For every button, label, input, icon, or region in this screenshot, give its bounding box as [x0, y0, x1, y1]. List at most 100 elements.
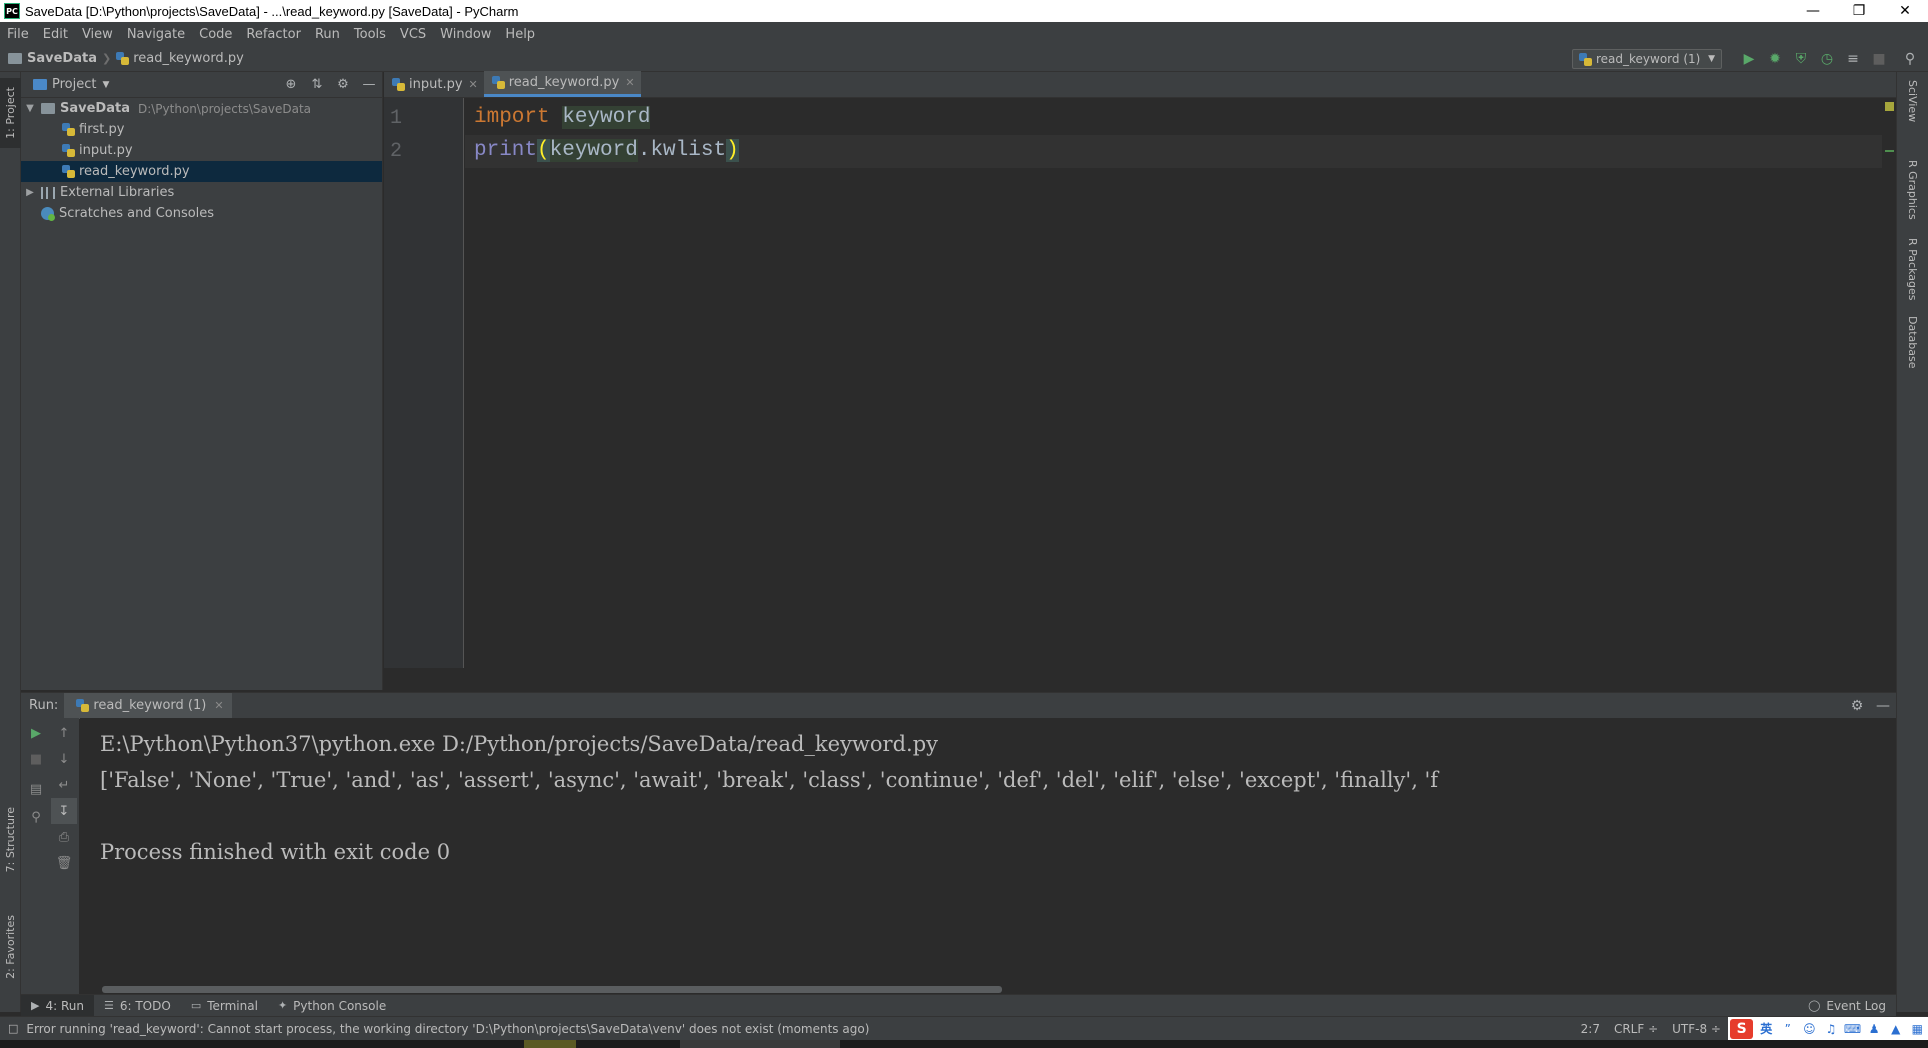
- run-console[interactable]: E:\Python\Python37\python.exe D:/Python/…: [80, 718, 1896, 994]
- stop-icon[interactable]: ■: [23, 746, 49, 772]
- run-icon[interactable]: ▶: [1736, 46, 1762, 72]
- tree-item-first-py[interactable]: first.py: [21, 119, 382, 140]
- run-panel-header: Run: read_keyword (1) ✕ ⚙ —: [21, 692, 1896, 719]
- emoji-icon[interactable]: ☺: [1801, 1020, 1819, 1038]
- tree-item-scratches[interactable]: Scratches and Consoles: [21, 203, 382, 224]
- horizontal-scrollbar[interactable]: [102, 986, 1002, 993]
- tab-run[interactable]: ▶ 4: Run: [21, 994, 94, 1017]
- run-configuration-select[interactable]: read_keyword (1) ▼: [1572, 49, 1722, 69]
- caret-position[interactable]: 2:7: [1574, 1022, 1607, 1036]
- coverage-icon[interactable]: ⛨: [1788, 46, 1814, 72]
- menu-vcs[interactable]: VCS: [393, 27, 433, 42]
- tab-r-packages[interactable]: R Packages: [1897, 238, 1928, 308]
- code-line-2[interactable]: print(keyword.kwlist): [474, 139, 739, 162]
- ime-language-toggle[interactable]: 英: [1757, 1020, 1775, 1038]
- close-tab-icon[interactable]: ✕: [625, 76, 634, 89]
- print-icon[interactable]: ⎙: [51, 824, 77, 850]
- line-separator[interactable]: CRLF ÷: [1607, 1022, 1665, 1036]
- status-message[interactable]: Error running 'read_keyword': Cannot sta…: [18, 1022, 1573, 1036]
- menu-grid-icon[interactable]: ▦: [1908, 1020, 1926, 1038]
- restore-icon[interactable]: ❐: [1836, 0, 1882, 22]
- menu-run[interactable]: Run: [308, 27, 347, 42]
- keyboard-icon[interactable]: ⌨: [1844, 1020, 1862, 1038]
- stop-icon[interactable]: ■: [1866, 46, 1892, 72]
- close-tab-icon[interactable]: ✕: [214, 699, 223, 712]
- status-toggle-icon[interactable]: □: [0, 1022, 18, 1035]
- tab-r-graphics[interactable]: R Graphics: [1897, 160, 1928, 230]
- tab-terminal[interactable]: ▭ Terminal: [181, 999, 268, 1013]
- navigation-bar: SaveData ❯ read_keyword.py read_keyword …: [0, 46, 1928, 72]
- menu-file[interactable]: File: [0, 27, 36, 42]
- chevron-down-icon[interactable]: ▼: [102, 80, 109, 90]
- menu-help[interactable]: Help: [498, 27, 542, 42]
- taskbar-item-indicator[interactable]: [524, 1040, 576, 1048]
- tree-item-root[interactable]: ▼ SaveData D:\Python\projects\SaveData: [21, 98, 382, 119]
- tab-database[interactable]: Database: [1897, 316, 1928, 386]
- collapsed-arrow-icon[interactable]: ▶: [23, 187, 37, 198]
- sogou-ime-icon[interactable]: S: [1730, 1018, 1754, 1039]
- breadcrumb-file[interactable]: read_keyword.py: [116, 51, 244, 66]
- file-encoding[interactable]: UTF-8 ÷: [1665, 1022, 1728, 1036]
- tree-item-input-py[interactable]: input.py: [21, 140, 382, 161]
- pin-icon[interactable]: ⚲: [23, 804, 49, 830]
- tab-project[interactable]: 1: Project: [0, 78, 21, 148]
- code-editor[interactable]: 1 2 import keyword print(keyword.kwlist): [384, 98, 1896, 668]
- python-file-icon: [62, 165, 75, 178]
- tab-structure[interactable]: 7: Structure: [0, 800, 21, 880]
- tab-python-console[interactable]: ✦ Python Console: [268, 999, 396, 1013]
- collapse-all-icon[interactable]: ⇅: [304, 72, 330, 98]
- tab-read-keyword-py[interactable]: read_keyword.py ✕: [483, 71, 641, 97]
- close-icon[interactable]: ✕: [1882, 0, 1928, 22]
- error-stripe[interactable]: [1882, 98, 1896, 668]
- code-line-1[interactable]: import keyword: [474, 106, 651, 129]
- rerun-icon[interactable]: ▶: [23, 720, 49, 746]
- tree-item-external-libraries[interactable]: ▶ External Libraries: [21, 182, 382, 203]
- project-panel-title[interactable]: Project: [52, 77, 96, 92]
- menu-window[interactable]: Window: [433, 27, 498, 42]
- gear-icon[interactable]: ⚙: [1844, 693, 1870, 719]
- profile-icon[interactable]: ◷: [1814, 46, 1840, 72]
- concurrency-icon[interactable]: ≡: [1840, 46, 1866, 72]
- layout-icon[interactable]: ▤: [23, 776, 49, 802]
- menu-view[interactable]: View: [75, 27, 120, 42]
- inspection-status-icon[interactable]: [1885, 102, 1894, 111]
- menu-edit[interactable]: Edit: [36, 27, 75, 42]
- run-tab-read-keyword[interactable]: read_keyword (1) ✕: [64, 692, 232, 719]
- tab-sciview[interactable]: SciView: [1897, 80, 1928, 150]
- menu-tools[interactable]: Tools: [347, 27, 393, 42]
- search-everywhere-icon[interactable]: ⚲: [1892, 46, 1928, 72]
- tab-todo[interactable]: ☰ 6: TODO: [94, 999, 181, 1013]
- scroll-to-end-icon[interactable]: ↧: [51, 798, 77, 824]
- menu-navigate[interactable]: Navigate: [120, 27, 192, 42]
- close-tab-icon[interactable]: ✕: [469, 78, 478, 91]
- expanded-arrow-icon[interactable]: ▼: [23, 103, 37, 114]
- punctuation-icon[interactable]: ”: [1779, 1020, 1797, 1038]
- change-marker[interactable]: [1885, 150, 1894, 152]
- up-arrow-icon[interactable]: ↑: [51, 720, 77, 746]
- soft-wrap-icon[interactable]: ↵: [51, 772, 77, 798]
- tab-input-py[interactable]: input.py ✕: [384, 71, 484, 97]
- microphone-icon[interactable]: ♫: [1822, 1020, 1840, 1038]
- hide-icon[interactable]: —: [1870, 693, 1896, 719]
- hide-icon[interactable]: —: [356, 72, 382, 98]
- tree-item-read-keyword-py[interactable]: read_keyword.py: [21, 161, 382, 182]
- debug-icon[interactable]: ✹: [1762, 46, 1788, 72]
- user-icon[interactable]: ♟: [1865, 1020, 1883, 1038]
- gear-icon[interactable]: ⚙: [330, 72, 356, 98]
- menu-refactor[interactable]: Refactor: [239, 27, 308, 42]
- pycharm-window: PC SaveData [D:\Python\projects\SaveData…: [0, 0, 1928, 1048]
- editor-gutter[interactable]: 1 2: [384, 98, 464, 668]
- taskbar-item-indicator[interactable]: [680, 1040, 840, 1048]
- tree-item-label: first.py: [79, 122, 125, 137]
- skin-icon[interactable]: ▲: [1887, 1020, 1905, 1038]
- menu-code[interactable]: Code: [192, 27, 239, 42]
- breadcrumb-project[interactable]: SaveData: [0, 51, 97, 66]
- trash-icon[interactable]: 🗑: [51, 850, 77, 876]
- project-view-icon: [33, 79, 47, 90]
- event-log-button[interactable]: ◯ Event Log: [1798, 999, 1896, 1013]
- minimize-icon[interactable]: —: [1790, 0, 1836, 22]
- locate-icon[interactable]: ⊕: [278, 72, 304, 98]
- down-arrow-icon[interactable]: ↓: [51, 746, 77, 772]
- tab-favorites[interactable]: 2: Favorites: [0, 902, 21, 992]
- keyword-token: import: [474, 106, 550, 129]
